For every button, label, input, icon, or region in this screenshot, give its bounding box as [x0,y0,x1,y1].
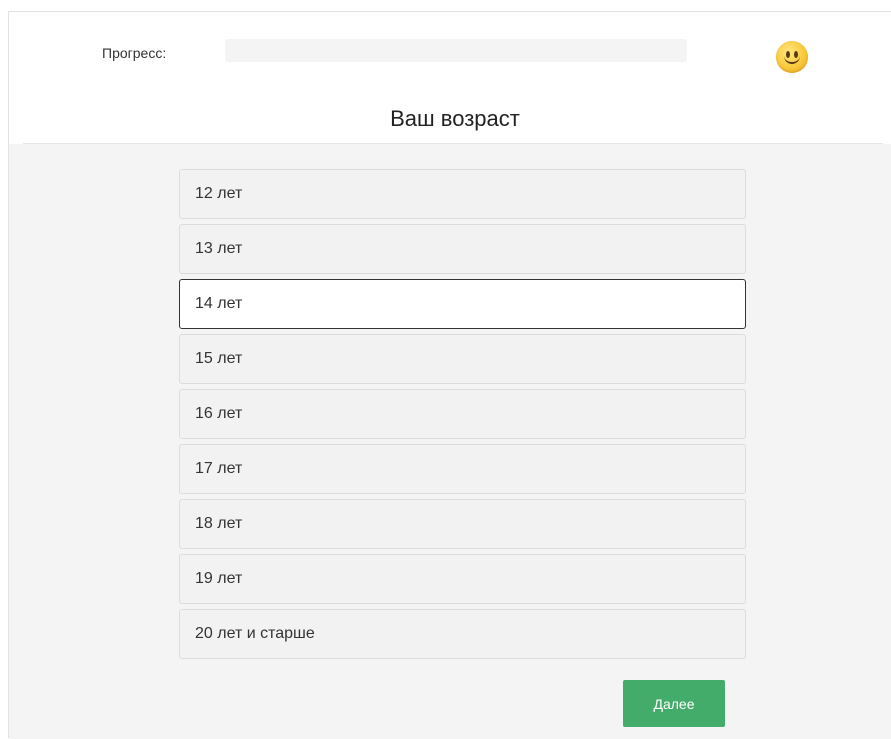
answer-option-17[interactable]: 17 лет [179,444,746,494]
answer-option-18[interactable]: 18 лет [179,499,746,549]
survey-header: Прогресс: Ваш возраст [9,12,891,144]
answer-option-15[interactable]: 15 лет [179,334,746,384]
answer-option-16[interactable]: 16 лет [179,389,746,439]
next-button[interactable]: Далее [623,680,725,727]
answer-option-19[interactable]: 19 лет [179,554,746,604]
answers-area: 12 лет 13 лет 14 лет 15 лет 16 лет 17 ле… [9,144,891,739]
smiley-mouth [784,55,800,64]
progress-label: Прогресс: [102,45,167,61]
survey-frame: Прогресс: Ваш возраст 12 лет 13 лет 14 л… [8,11,891,739]
answer-option-12[interactable]: 12 лет [179,169,746,219]
smiley-face-icon [776,41,808,73]
question-title: Ваш возраст [390,106,520,131]
answer-option-13[interactable]: 13 лет [179,224,746,274]
answer-option-20-plus[interactable]: 20 лет и старше [179,609,746,659]
progress-bar [225,39,687,62]
answer-option-14[interactable]: 14 лет [179,279,746,329]
answer-options-list: 12 лет 13 лет 14 лет 15 лет 16 лет 17 ле… [179,169,746,664]
